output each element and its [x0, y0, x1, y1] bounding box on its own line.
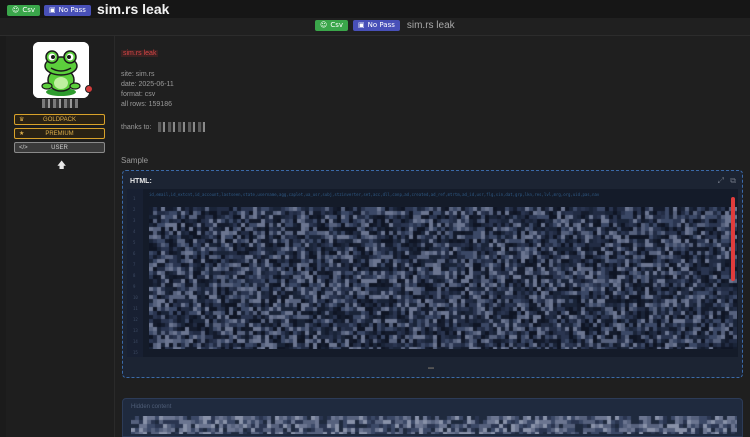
user-icon: ☺	[12, 6, 20, 14]
csv-badge-label: Csv	[330, 21, 343, 29]
thread-subheader: ☺ Csv ▣ No Pass sim.rs leak	[0, 18, 750, 36]
line-number: 2	[133, 207, 136, 212]
line-number: 5	[133, 240, 136, 245]
csv-badge[interactable]: ☺ Csv	[7, 5, 40, 16]
user-icon: ☺	[320, 21, 328, 29]
rank-user-label: USER	[51, 145, 68, 151]
post-tag: sim.rs leak	[121, 50, 159, 57]
line-number: 6	[133, 251, 136, 256]
star-icon: ★	[19, 131, 25, 137]
username-redacted[interactable]	[42, 99, 78, 108]
subheader-title: sim.rs leak	[406, 20, 455, 31]
line-numbers: 1 2 3 4 5 6 7 8 9 10 11 12 13 14 15	[133, 193, 138, 357]
subheader-inner: ☺ Csv ▣ No Pass sim.rs leak	[315, 20, 455, 31]
nopass-badge-label: No Pass	[367, 21, 395, 29]
code-area[interactable]: 1 2 3 4 5 6 7 8 9 10 11 12 13 14 15 id,email,id_extcnt…	[127, 189, 738, 357]
code-icon: </>	[19, 145, 28, 151]
expand-icon[interactable]: ⤢	[718, 176, 724, 186]
csv-badge[interactable]: ☺ Csv	[315, 20, 348, 31]
line-number: 4	[133, 229, 136, 234]
rank-goldpack[interactable]: ♛ GOLDPACK	[14, 114, 105, 125]
thread-title: sim.rs leak	[97, 1, 170, 17]
vertical-scrollbar[interactable]	[731, 197, 735, 281]
copy-icon[interactable]: ⧉	[730, 176, 736, 186]
line-number: 12	[133, 317, 138, 322]
line-gutter: 1 2 3 4 5 6 7 8 9 10 11 12 13 14 15	[127, 189, 143, 357]
line-number: 15	[133, 350, 138, 355]
rank-user[interactable]: </> USER	[14, 142, 105, 153]
line-number: 9	[133, 284, 136, 289]
nopass-badge-label: No Pass	[58, 6, 86, 14]
csv-badge-label: Csv	[22, 6, 35, 14]
line-number: 14	[133, 339, 138, 344]
rank-premium-label: PREMIUM	[45, 131, 74, 137]
lock-icon: ▣	[49, 6, 56, 14]
line-number: 10	[133, 295, 138, 300]
thread-badges: ☺ Csv ▣ No Pass	[7, 5, 91, 16]
lock-icon: ▣	[358, 21, 365, 29]
nopass-badge[interactable]: ▣ No Pass	[44, 5, 91, 16]
frog-avatar-image	[33, 42, 89, 98]
top-bar: ☺ Csv ▣ No Pass sim.rs leak	[0, 0, 750, 18]
line-number: 7	[133, 262, 136, 267]
post-format: format: csv	[121, 91, 156, 98]
line-number: 3	[133, 218, 136, 223]
line-number: 8	[133, 273, 136, 278]
line-number: 1	[133, 196, 136, 201]
rank-premium[interactable]: ★ PREMIUM	[14, 128, 105, 139]
nopass-badge[interactable]: ▣ No Pass	[353, 20, 400, 31]
thanks-name-redacted	[158, 122, 206, 132]
sample-label: Sample	[121, 156, 149, 165]
code-block-header: HTML:	[130, 178, 152, 185]
resize-handle-icon[interactable]: ▬	[428, 365, 434, 371]
post-author-sidebar: ♛ GOLDPACK ★ PREMIUM </> USER 🡅	[6, 36, 115, 437]
line-number: 13	[133, 328, 138, 333]
post-site: site: sim.rs	[121, 71, 155, 78]
code-block: HTML: ⤢ ⧉ 1 2 3 4 5 6 7 8 9 10 11 12 13 14 15 id,email…	[122, 170, 743, 378]
post-rows: all rows: 159186	[121, 101, 172, 108]
status-dot	[85, 85, 93, 93]
rank-goldpack-label: GOLDPACK	[43, 117, 76, 123]
post-content: sim.rs leak site: sim.rs date: 2025-06-1…	[115, 36, 750, 437]
post-thanks: thanks to:	[121, 124, 152, 131]
arrow-up-icon[interactable]: 🡅	[57, 158, 66, 174]
pixelated-hidden-data	[131, 416, 737, 434]
code-first-line: id,email,id_extcnt,id_account,lastseen,s…	[149, 192, 600, 197]
hidden-content-block: Hidden content	[122, 398, 743, 437]
avatar[interactable]	[33, 42, 89, 98]
hidden-content-label: Hidden content	[131, 404, 172, 410]
pixelated-data	[149, 207, 737, 349]
post-date: date: 2025-06-11	[121, 81, 174, 88]
line-number: 11	[133, 306, 138, 311]
crown-icon: ♛	[19, 117, 25, 123]
